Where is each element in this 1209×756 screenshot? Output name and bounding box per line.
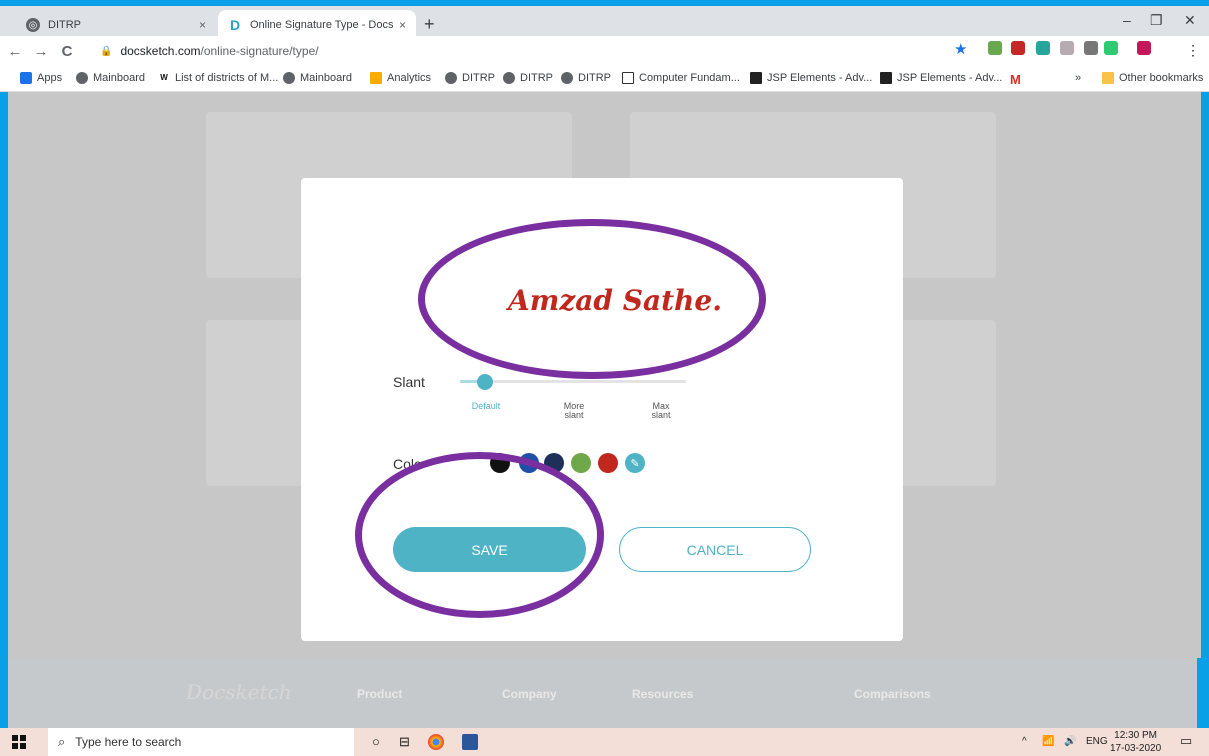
forward-button[interactable]: → (30, 43, 52, 60)
close-icon[interactable]: × (399, 18, 406, 32)
extension-icon[interactable] (988, 41, 1002, 55)
restore-button[interactable]: ❐ (1150, 12, 1163, 29)
windows-taskbar: ⌕ Type here to search ○ ⊟ ^ 📶 🔊 ENG 12:3… (0, 728, 1209, 756)
site-footer: Docsketch Product Company Resources Comp… (8, 658, 1197, 728)
bookmark-item[interactable]: JSP Elements - Adv... (880, 72, 1002, 84)
wikipedia-icon: W (160, 73, 168, 82)
annotation-ellipse-save (355, 452, 604, 618)
network-icon[interactable]: 📶 (1042, 736, 1054, 747)
globe-icon (76, 72, 88, 84)
color-swatch-green[interactable] (571, 453, 591, 473)
folder-icon (1102, 72, 1114, 84)
language-indicator[interactable]: ENG (1086, 736, 1108, 747)
bookmark-gmail[interactable]: M (1010, 72, 1021, 87)
annotation-ellipse-signature (418, 219, 766, 379)
taskbar-search-input[interactable]: ⌕ Type here to search (48, 728, 354, 756)
bookmark-item[interactable]: Analytics (370, 72, 431, 84)
extension-icon[interactable] (1084, 41, 1098, 55)
volume-icon[interactable]: 🔊 (1064, 736, 1076, 747)
slant-option-more[interactable]: More slant (558, 402, 590, 420)
url-path: /online-signature/type/ (200, 44, 319, 58)
other-bookmarks[interactable]: Other bookmarks (1102, 72, 1203, 84)
globe-icon (283, 72, 295, 84)
extension-icon[interactable] (1036, 41, 1050, 55)
tab-strip: ◎ DITRP × D Online Signature Type - Docs… (0, 0, 1209, 40)
more-bookmarks-button[interactable]: » (1075, 72, 1081, 84)
apps-grid-icon (20, 72, 32, 84)
close-icon[interactable]: × (199, 18, 206, 32)
color-swatch-red[interactable] (598, 453, 618, 473)
globe-icon: ◎ (26, 18, 40, 32)
bookmark-star-icon[interactable]: ★ (954, 40, 967, 58)
back-button[interactable]: ← (4, 43, 26, 60)
cancel-button[interactable]: CANCEL (619, 527, 811, 572)
address-bar[interactable]: 🔒 docsketch.com /online-signature/type/ (100, 41, 980, 61)
bookmark-item[interactable]: W List of districts of M... (158, 72, 278, 84)
reload-button[interactable]: C (56, 43, 78, 60)
bookmark-item[interactable]: Mainboard (76, 72, 145, 84)
word-icon[interactable] (462, 734, 478, 750)
slant-slider-track[interactable] (460, 380, 686, 383)
taskbar-clock[interactable]: 12:30 PM 17-03-2020 (1110, 729, 1161, 755)
lock-icon: 🔒 (100, 45, 113, 57)
bookmark-item[interactable]: JSP Elements - Adv... (750, 72, 872, 84)
windows-start-button[interactable] (12, 735, 26, 749)
eyedropper-icon[interactable]: ✎ (625, 453, 645, 473)
book-icon (622, 72, 634, 84)
chrome-icon[interactable] (428, 734, 444, 750)
bookmark-item[interactable]: DITRP (503, 72, 553, 84)
footer-link-company[interactable]: Company (502, 687, 557, 701)
bookmark-item[interactable]: DITRP (561, 72, 611, 84)
bookmark-item[interactable]: Mainboard (283, 72, 352, 84)
tab-title: Online Signature Type - Docsket (250, 19, 393, 31)
slant-option-default[interactable]: Default (465, 402, 507, 411)
menu-icon[interactable]: ⋮ (1186, 42, 1200, 59)
bookmark-apps[interactable]: Apps (20, 72, 62, 84)
globe-icon (445, 72, 457, 84)
cortana-icon[interactable]: ○ (372, 734, 380, 749)
slant-option-max[interactable]: Max slant (645, 402, 677, 420)
notification-icon[interactable]: ▭ (1180, 733, 1192, 749)
new-tab-button[interactable]: + (424, 14, 435, 35)
minimize-button[interactable]: – (1123, 12, 1131, 28)
slant-slider-thumb[interactable] (477, 374, 493, 390)
extension-icon[interactable] (1011, 41, 1025, 55)
analytics-icon (370, 72, 382, 84)
globe-icon (503, 72, 515, 84)
tray-chevron-icon[interactable]: ^ (1022, 736, 1027, 747)
footer-link-resources[interactable]: Resources (632, 687, 693, 701)
task-view-icon[interactable]: ⊟ (399, 734, 410, 750)
url-domain: docsketch.com (120, 44, 201, 58)
footer-link-product[interactable]: Product (357, 687, 402, 701)
footer-brand: Docsketch (186, 680, 292, 704)
globe-icon (561, 72, 573, 84)
sf-icon (880, 72, 892, 84)
pdf-extension-icon[interactable] (1060, 41, 1074, 55)
footer-link-comparisons[interactable]: Comparisons (854, 687, 931, 701)
extension-icon[interactable] (1137, 41, 1151, 55)
slant-label: Slant (393, 374, 425, 390)
browser-toolbar: ← → C 🔒 docsketch.com /online-signature/… (0, 36, 1209, 66)
bookmark-item[interactable]: DITRP (445, 72, 495, 84)
docsketch-favicon-icon: D (229, 17, 241, 33)
bookmarks-bar: Apps Mainboard W List of districts of M..… (0, 66, 1209, 92)
search-icon: ⌕ (58, 734, 66, 749)
window-close-button[interactable]: ✕ (1184, 12, 1196, 29)
sf-icon (750, 72, 762, 84)
bookmark-item[interactable]: Computer Fundam... (622, 72, 740, 84)
whatsapp-extension-icon[interactable] (1104, 41, 1118, 55)
tab-title: DITRP (48, 19, 81, 31)
